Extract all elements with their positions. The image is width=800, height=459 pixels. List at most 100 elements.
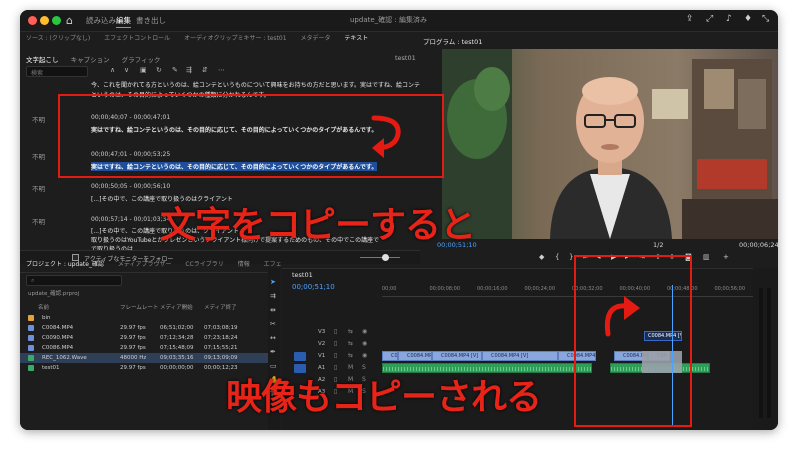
edit-icon[interactable]: ✎ <box>172 66 178 74</box>
chevron-up-icon[interactable]: ∧ <box>110 66 115 74</box>
sync-icon[interactable]: ⇆ <box>348 352 353 359</box>
track-header-v1[interactable]: V1 ▯ ⇆ ◉ <box>282 351 382 362</box>
column-media-end[interactable]: メディア終了 <box>204 303 237 311</box>
split-icon[interactable]: ⇵ <box>202 66 208 74</box>
speaker-label[interactable]: 不明 <box>32 114 45 124</box>
label-color-chip <box>28 345 34 351</box>
comparison-icon[interactable]: ▥ <box>703 253 710 261</box>
eye-icon[interactable]: ◉ <box>362 352 367 359</box>
share-icon[interactable]: ⇪ <box>686 14 694 24</box>
project-item-fps: 29.97 fps <box>120 325 146 331</box>
eye-icon[interactable]: ◉ <box>362 328 367 335</box>
source-panel-tabs: ソース : (クリップなし) エフェクトコントロール オーディオクリップミキサー… <box>26 33 380 45</box>
tab-source[interactable]: ソース : (クリップなし) <box>26 35 90 42</box>
notification-icon[interactable]: ♪ <box>726 14 732 24</box>
workspace-export[interactable]: 書き出し <box>136 15 166 26</box>
marker-icon[interactable]: ◆ <box>539 253 544 261</box>
video-clip[interactable]: C008 <box>382 351 398 361</box>
eye-icon[interactable]: ◉ <box>362 340 367 347</box>
label-color-chip <box>28 315 34 321</box>
label-color-chip <box>28 325 34 331</box>
expand-icon[interactable]: ⤡ <box>762 14 769 24</box>
mark-in-icon[interactable]: { <box>555 253 559 261</box>
video-clip[interactable]: C0084.MP4 [V] <box>432 351 482 361</box>
merge-icon[interactable]: ⇶ <box>186 66 192 74</box>
project-item-name: C0084.MP4 <box>42 325 74 331</box>
tab-cc-libraries[interactable]: CCライブラリ <box>185 261 223 268</box>
meter-right <box>767 288 771 418</box>
sync-icon[interactable]: ⇆ <box>348 328 353 335</box>
ruler-tick-label: 00;00;24;00 <box>524 286 556 292</box>
lock-icon[interactable]: ▯ <box>334 328 337 335</box>
program-scale[interactable]: 1/2 <box>653 241 663 249</box>
tab-captions[interactable]: キャプション <box>71 56 110 64</box>
home-icon[interactable]: ⌂ <box>66 14 73 27</box>
tab-effects[interactable]: エフェ <box>264 261 282 268</box>
ruler-tick-label: 00;00;16;00 <box>477 286 508 292</box>
chevron-down-icon[interactable]: ∨ <box>124 66 129 74</box>
column-media-start[interactable]: メディア開始 <box>160 303 193 311</box>
timeline-highlight-box <box>574 255 692 427</box>
column-fps[interactable]: フレームレート <box>120 303 158 311</box>
segment-time: 00;00;50;05 - 00;00;56;10 <box>91 183 171 190</box>
project-item-start: 07;15;48;09 <box>160 345 194 351</box>
column-name[interactable]: 名前 <box>38 303 49 311</box>
timeline-timecode[interactable]: 00;00;51;10 <box>292 283 335 291</box>
add-button-icon[interactable]: + <box>723 253 729 261</box>
tab-metadata[interactable]: メタデータ <box>300 35 330 42</box>
tab-project[interactable]: プロジェクト : update_確認 <box>26 261 104 268</box>
selection-tool-icon[interactable]: ➤ <box>270 278 276 286</box>
lock-icon[interactable]: ▯ <box>334 352 337 359</box>
refresh-icon[interactable]: ↻ <box>156 66 162 74</box>
tab-media-browser[interactable]: メディアブラウザー <box>118 261 172 268</box>
project-item-row[interactable]: C0086.MP4 29.97 fps 07;15;48;09 07;15;55;21 <box>20 343 268 353</box>
track-header-v2[interactable]: V2 ▯ ⇆ ◉ <box>282 339 382 350</box>
program-duration: 00;00;06;24 <box>739 241 778 249</box>
project-item-row[interactable]: bin <box>20 313 268 323</box>
more-icon[interactable]: ⋯ <box>218 66 225 74</box>
video-clip[interactable]: C0084.MP4 [V] <box>482 351 558 361</box>
tab-info[interactable]: 情報 <box>238 261 250 268</box>
lock-icon[interactable]: ▯ <box>334 340 337 347</box>
project-search-input[interactable]: ⌕ <box>26 275 122 286</box>
project-item-end: 07;23;18;24 <box>204 335 238 341</box>
razor-tool-icon[interactable]: ✂ <box>270 320 276 328</box>
zoom-slider-handle[interactable] <box>382 254 389 261</box>
close-window-button[interactable] <box>28 16 37 25</box>
curved-arrow-icon <box>604 296 640 337</box>
speaker-label[interactable]: 不明 <box>32 151 45 161</box>
tab-graphics[interactable]: グラフィック <box>122 56 161 64</box>
project-item-row[interactable]: REC_1062.Wave 48000 Hz 09;03;35;16 09;13;09… <box>20 353 268 363</box>
tab-text[interactable]: テキスト <box>344 35 368 42</box>
annotation-copy-text: 文字をコピーすると <box>160 205 476 246</box>
fullscreen-icon[interactable]: ⤢ <box>706 14 713 24</box>
workspace-import[interactable]: 読み込み <box>86 15 116 26</box>
mark-out-icon[interactable]: } <box>569 253 573 261</box>
zoom-window-button[interactable] <box>52 16 61 25</box>
program-monitor-title[interactable]: プログラム : test01 <box>423 38 482 46</box>
label-color-chip <box>28 365 34 371</box>
tab-effect-controls[interactable]: エフェクトコントロール <box>104 35 170 42</box>
caption-icon[interactable]: ▣ <box>140 66 147 74</box>
speaker-label[interactable]: 不明 <box>32 183 45 193</box>
help-icon[interactable]: ♦ <box>744 14 752 24</box>
source-patch[interactable] <box>294 352 306 361</box>
timeline-tab[interactable]: test01 <box>292 271 313 279</box>
video-clip[interactable]: C0084.MP4 [V] <box>398 351 432 361</box>
sync-icon[interactable]: ⇆ <box>348 340 353 347</box>
tab-transcript[interactable]: 文字起こし <box>26 56 59 64</box>
project-item-row[interactable]: C0084.MP4 29.97 fps 06;51;02;00 07;03;08;19 <box>20 323 268 333</box>
minimize-window-button[interactable] <box>40 16 49 25</box>
ripple-edit-tool-icon[interactable]: ⇹ <box>270 306 276 314</box>
tab-audio-mixer[interactable]: オーディオクリップミキサー : test01 <box>184 35 286 42</box>
pen-tool-icon[interactable]: ✒ <box>270 348 276 356</box>
search-input[interactable]: 検索 <box>26 66 88 77</box>
speaker-label[interactable]: 不明 <box>32 216 45 226</box>
project-item-row[interactable]: C0090.MP4 29.97 fps 07;12;34;28 07;23;18;24 <box>20 333 268 343</box>
slip-tool-icon[interactable]: ↔ <box>270 334 276 342</box>
zoom-slider[interactable] <box>360 257 400 258</box>
transcript-intro-1: 今、これを聞かれてる方というのは、絵コンテというものについて興味をお持ちの方だと… <box>91 82 420 89</box>
track-select-tool-icon[interactable]: ⇉ <box>270 292 276 300</box>
workspace-edit[interactable]: 編集 <box>116 15 131 28</box>
track-header-v3[interactable]: V3 ▯ ⇆ ◉ <box>282 327 382 338</box>
